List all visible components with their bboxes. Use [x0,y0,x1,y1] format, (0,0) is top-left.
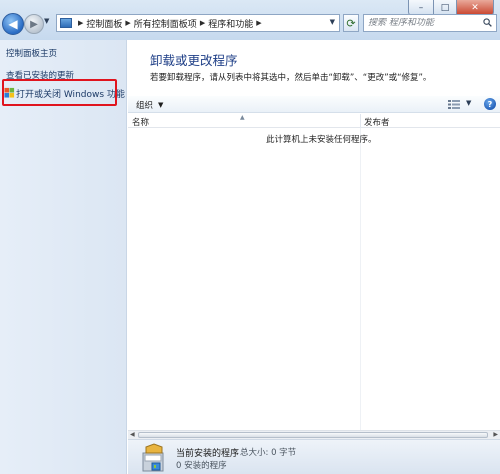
address-dropdown-icon[interactable]: ▼ [330,18,335,26]
views-icon[interactable] [448,100,460,109]
left-pane: 控制面板主页 查看已安装的更新 打开或关闭 Windows 功能 [0,40,127,474]
column-header-publisher[interactable]: 发布者 [364,116,390,128]
status-program-count: 0 安装的程序 [176,461,227,471]
breadcrumb-programs-features[interactable]: 程序和功能 [208,17,253,30]
breadcrumb-separator[interactable]: ▶ [78,19,83,27]
refresh-icon: ⟳ [346,16,356,30]
command-bar: 组织 ▼ ▼ ? [128,96,500,113]
back-button[interactable]: ◀ [2,13,24,35]
program-list[interactable]: 此计算机上未安装任何程序。 [128,128,500,430]
scroll-left-icon[interactable]: ◀ [130,431,135,438]
page-title: 卸载或更改程序 [150,53,238,68]
scrollbar-thumb[interactable] [138,432,488,438]
breadcrumb-separator[interactable]: ▶ [125,19,130,27]
column-divider[interactable] [360,114,361,128]
help-icon[interactable]: ? [484,98,496,110]
column-guide-line [360,128,361,430]
highlight-box [2,79,117,106]
breadcrumb-control-panel[interactable]: 控制面板 [86,17,122,30]
refresh-button[interactable]: ⟳ [343,14,359,32]
forward-button[interactable]: ▶ [24,14,44,34]
page-description: 若要卸载程序，请从列表中将其选中，然后单击“卸载”、“更改”或“修复”。 [150,73,432,83]
sort-ascending-icon: ▲ [240,114,245,121]
list-header: 名称 ▲ 发布者 [128,114,500,128]
column-header-name[interactable]: 名称 [132,116,149,128]
breadcrumb-separator[interactable]: ▶ [200,19,205,27]
organize-label: 组织 [136,101,154,111]
search-input[interactable] [368,18,476,28]
horizontal-scrollbar[interactable]: ◀ ▶ [128,430,500,439]
empty-list-message: 此计算机上未安装任何程序。 [266,135,377,145]
control-panel-icon [60,18,72,28]
search-icon[interactable] [483,18,492,27]
control-panel-home-link[interactable]: 控制面板主页 [6,47,57,59]
status-title: 当前安装的程序 [176,449,240,459]
breadcrumb-all-items[interactable]: 所有控制面板项 [134,17,197,30]
title-bar: – □ ✕ ◀ ▶ ▼ ▶ 控制面板 ▶ 所有控制面板项 ▶ 程序和功能 ▶ ▼… [0,0,500,40]
status-total-size: 总大小: 0 字节 [240,448,297,458]
search-box[interactable] [363,14,497,32]
chevron-down-icon: ▼ [158,101,164,109]
breadcrumb-separator[interactable]: ▶ [256,19,261,27]
details-pane: 当前安装的程序 总大小: 0 字节 0 安装的程序 [128,439,500,474]
recent-pages-dropdown[interactable]: ▼ [44,17,49,25]
views-dropdown-icon[interactable]: ▼ [466,99,471,107]
organize-menu[interactable]: 组织 ▼ [136,99,163,111]
address-bar[interactable]: ▶ 控制面板 ▶ 所有控制面板项 ▶ 程序和功能 ▶ ▼ [56,14,340,32]
installed-programs-icon [142,443,164,472]
scroll-right-icon[interactable]: ▶ [493,431,498,438]
